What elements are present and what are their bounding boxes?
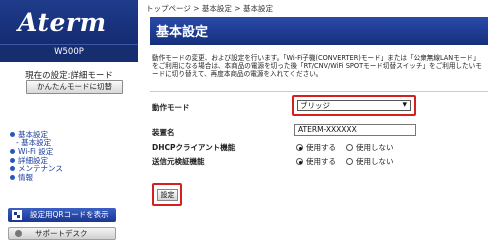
nav-item-info[interactable]: 情報 (10, 173, 63, 182)
bullet-icon (10, 157, 15, 163)
nav-label: 情報 (18, 172, 33, 182)
dhcp-client-radio-group: 使用する 使用しない (296, 142, 404, 153)
aterm-logo: Aterm (18, 8, 107, 37)
radio-label: 使用する (306, 143, 336, 152)
main-content: トップページ > 基本設定 > 基本設定 基本設定 動作モードの変更、および設定… (146, 0, 500, 246)
bullet-icon (10, 174, 15, 180)
support-button-label: サポートデスク (35, 229, 88, 238)
device-name-label: 装置名 (152, 128, 175, 137)
bullet-icon (10, 148, 15, 154)
operation-mode-value: ブリッジ (300, 101, 330, 110)
page-title: 基本設定 (156, 25, 209, 40)
page-title-bar: 基本設定 (150, 17, 488, 45)
description-box: 動作モードの変更、および設定を行います。「Wi-Fi子機(CONVERTER)モ… (150, 48, 488, 92)
operation-mode-highlight: ブリッジ ▾ (292, 95, 416, 116)
qr-button-label: 設定用QRコードを表示 (30, 210, 109, 219)
qr-code-icon (12, 210, 22, 220)
dhcp-use-option[interactable]: 使用する (296, 142, 336, 153)
bullet-icon (10, 166, 15, 172)
sender-check-use-option[interactable]: 使用する (296, 156, 336, 167)
radio-button[interactable] (346, 144, 353, 151)
radio-label: 使用しない (356, 157, 394, 166)
chevron-down-icon: ▾ (402, 100, 407, 110)
model-bar: W500P (0, 44, 138, 62)
radio-button-checked[interactable] (296, 158, 303, 165)
qr-code-button[interactable]: 設定用QRコードを表示 (8, 208, 116, 222)
bullet-icon (10, 131, 15, 137)
dhcp-client-label: DHCPクライアント機能 (152, 143, 236, 152)
radio-button[interactable] (346, 158, 353, 165)
breadcrumb: トップページ > 基本設定 > 基本設定 (146, 4, 273, 13)
operation-mode-select[interactable]: ブリッジ ▾ (297, 100, 411, 111)
support-icon (15, 230, 22, 237)
submit-highlight: 設定 (152, 183, 182, 206)
sender-check-not-use-option[interactable]: 使用しない (346, 156, 394, 167)
submit-button[interactable]: 設定 (157, 189, 178, 201)
operation-mode-label: 動作モード (152, 103, 190, 112)
sidebar: Aterm W500P 現在の設定:詳細モード かんたんモードに切替 基本設定 … (0, 0, 138, 246)
sender-check-radio-group: 使用する 使用しない (296, 156, 404, 167)
dhcp-not-use-option[interactable]: 使用しない (346, 142, 394, 153)
logo-header: Aterm W500P (0, 0, 138, 62)
radio-label: 使用する (306, 157, 336, 166)
description-text: 動作モードの変更、および設定を行います。「Wi-Fi子機(CONVERTER)モ… (152, 54, 482, 78)
model-name: W500P (54, 47, 84, 57)
sidebar-nav: 基本設定 - 基本設定 Wi-Fi 設定 詳細設定 メンテナンス 情報 (10, 130, 63, 182)
device-name-input[interactable]: ATERM-XXXXXX (294, 124, 416, 136)
radio-label: 使用しない (356, 143, 394, 152)
simple-mode-button[interactable]: かんたんモードに切替 (26, 80, 123, 94)
support-desk-button[interactable]: サポートデスク (8, 227, 116, 240)
radio-button-checked[interactable] (296, 144, 303, 151)
sender-check-label: 送信元検証機能 (152, 157, 205, 166)
